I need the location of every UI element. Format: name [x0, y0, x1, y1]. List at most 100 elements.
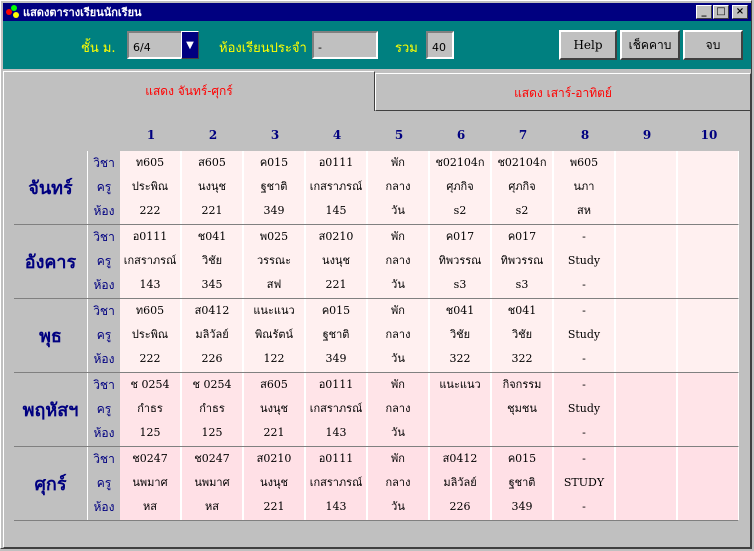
schedule-cell[interactable]: ช041 วิชัย 322	[492, 299, 553, 372]
cell-room: 143	[325, 426, 347, 439]
schedule-cell[interactable]: อ0111 เกสราภรณ์ 143	[306, 447, 367, 520]
schedule-cell[interactable]	[678, 373, 739, 446]
cell-room: 221	[263, 426, 285, 439]
schedule-cell[interactable]: - Study -	[554, 373, 615, 446]
schedule-cell[interactable]: ช041 วิชัย 345	[182, 225, 243, 298]
cell-teacher: นงนุช	[260, 402, 288, 415]
cell-teacher	[616, 471, 676, 495]
cell-teacher: ฐชาติ	[260, 180, 288, 193]
schedule-cell[interactable]: พัก กลาง วัน	[368, 299, 429, 372]
cell-teacher: ศุภกิจ	[508, 180, 536, 193]
cell-subject: -	[582, 304, 586, 317]
schedule-cell[interactable]: ช0247 นพมาศ หส	[182, 447, 243, 520]
class-select[interactable]: 6/4	[127, 31, 183, 59]
exit-button[interactable]: จบ	[683, 30, 743, 60]
schedule-cell[interactable]: พัก กลาง วัน	[368, 225, 429, 298]
schedule-cell[interactable]: ส605 นงนุช 221	[182, 151, 243, 224]
schedule-cell[interactable]	[678, 151, 739, 224]
schedule-cell[interactable]: ช0247 นพมาศ หส	[120, 447, 181, 520]
schedule-cell[interactable]	[616, 299, 677, 372]
schedule-cell[interactable]	[678, 447, 739, 520]
schedule-cell[interactable]: พ025 วรรณะ สฟ	[244, 225, 305, 298]
schedule-cell[interactable]: อ0111 เกสราภรณ์ 145	[306, 151, 367, 224]
schedule-cell[interactable]: ค017 ทิพวรรณ s3	[492, 225, 553, 298]
row-labels: วิชา ครู ห้อง	[88, 299, 120, 372]
cell-subject: ค015	[259, 156, 289, 169]
cell-teacher: STUDY	[563, 476, 605, 489]
class-label: ชั้น ม.	[81, 41, 116, 56]
period-header-4: 4	[332, 128, 342, 142]
cell-teacher: ฐชาติ	[322, 328, 350, 341]
chevron-down-icon[interactable]: ▼	[181, 31, 199, 59]
cell-teacher: ฐชาติ	[508, 476, 536, 489]
schedule-cell[interactable]: ส0210 นงนุช 221	[306, 225, 367, 298]
cell-subject: พัก	[391, 452, 405, 465]
schedule-cell[interactable]: พ605 นภา สห	[554, 151, 615, 224]
close-icon[interactable]: ×	[732, 5, 748, 19]
window-title: แสดงตารางเรียนนักเรียน	[23, 6, 142, 19]
schedule-cell[interactable]: ค017 ทิพวรรณ s3	[430, 225, 491, 298]
schedule-cell[interactable]	[616, 151, 677, 224]
cell-teacher: นงนุช	[198, 180, 226, 193]
cell-subject: ช02104ก	[435, 156, 485, 169]
schedule-cell[interactable]	[616, 447, 677, 520]
help-button[interactable]: Help	[559, 30, 617, 60]
cell-room: s2	[453, 204, 467, 217]
schedule-cell[interactable]: - STUDY -	[554, 447, 615, 520]
schedule-cell[interactable]: ท605 ประพิณ 222	[120, 299, 181, 372]
schedule-cell[interactable]	[678, 299, 739, 372]
schedule-cell[interactable]: พักกลางวัน	[368, 447, 429, 520]
homeroom-field[interactable]: -	[312, 31, 378, 59]
schedule-cell[interactable]: อ0111 เกสราภรณ์ 143	[306, 373, 367, 446]
schedule-cell[interactable]: พัก กลาง วัน	[368, 373, 429, 446]
schedule-cell[interactable]: - Study -	[554, 225, 615, 298]
cell-subject: ช041	[197, 230, 227, 243]
maximize-icon[interactable]: □	[713, 5, 729, 19]
schedule-cell[interactable]: ค015 ฐชาติ 349	[244, 151, 305, 224]
cell-room: 322	[511, 352, 533, 365]
schedule-cell[interactable]: ส605 นงนุช 221	[244, 373, 305, 446]
schedule-cell[interactable]: ช041 วิชัย 322	[430, 299, 491, 372]
period-header-3: 3	[270, 128, 280, 142]
cell-teacher: ประพิณ	[131, 328, 169, 341]
schedule-cell[interactable]: ส0210 นงนุช 221	[244, 447, 305, 520]
schedule-cell[interactable]: พัก กลาง วัน	[368, 151, 429, 224]
schedule-cell[interactable]: แนะแนว พิณรัตน์ 122	[244, 299, 305, 372]
cell-teacher: ทิพวรรณ	[438, 254, 482, 267]
cell-subject: -	[582, 230, 586, 243]
cell-teacher: นพมาศ	[132, 476, 168, 489]
schedule-cell[interactable]: กิจกรรม ชุมชน	[492, 373, 553, 446]
tab-weekend[interactable]: แสดง เสาร์-อาทิตย์	[375, 73, 751, 111]
cell-room: 125	[139, 426, 161, 439]
cell-subject	[678, 299, 738, 323]
schedule-cell[interactable]	[678, 225, 739, 298]
title-bar[interactable]: แสดงตารางเรียนนักเรียน _ □ ×	[3, 3, 751, 21]
schedule-cell[interactable]: ช02104ก ศุภกิจ s2	[430, 151, 491, 224]
cell-room: วัน	[391, 500, 405, 513]
schedule-cell[interactable]: ช02104ก ศุภกิจ s2	[492, 151, 553, 224]
cell-subject: พัก	[391, 156, 405, 169]
schedule-cell[interactable]	[616, 373, 677, 446]
schedule-cell[interactable]: ส0412 มลิวัลย์ 226	[430, 447, 491, 520]
schedule-cell[interactable]	[616, 225, 677, 298]
schedule-cell[interactable]: ท605 ประพิณ 222	[120, 151, 181, 224]
minimize-icon[interactable]: _	[696, 5, 712, 19]
schedule-cell[interactable]: แนะแนว	[430, 373, 491, 446]
cell-room: 122	[263, 352, 285, 365]
row-label-teacher: ครู	[96, 476, 112, 490]
cell-teacher: กลาง	[385, 476, 411, 489]
schedule-cell[interactable]: ส0412 มลิวัลย์ 226	[182, 299, 243, 372]
check-period-button[interactable]: เช็คคาบ	[620, 30, 680, 60]
schedule-cell[interactable]: - Study -	[554, 299, 615, 372]
cell-subject: ท605	[135, 304, 165, 317]
schedule-cell[interactable]: ช 0254 กำธร 125	[120, 373, 181, 446]
schedule-cell[interactable]: ค015 ฐชาติ 349	[492, 447, 553, 520]
cell-subject: ท605	[135, 156, 165, 169]
app-icon	[6, 5, 20, 19]
cell-subject: ส0210	[256, 452, 292, 465]
schedule-cell[interactable]: ช 0254 กำธร 125	[182, 373, 243, 446]
schedule-cell[interactable]: อ0111 เกสราภรณ์ 143	[120, 225, 181, 298]
schedule-cell[interactable]: ค015 ฐชาติ 349	[306, 299, 367, 372]
tab-weekdays[interactable]: แสดง จันทร์-ศุกร์	[3, 71, 375, 111]
cell-subject: ค015	[321, 304, 351, 317]
